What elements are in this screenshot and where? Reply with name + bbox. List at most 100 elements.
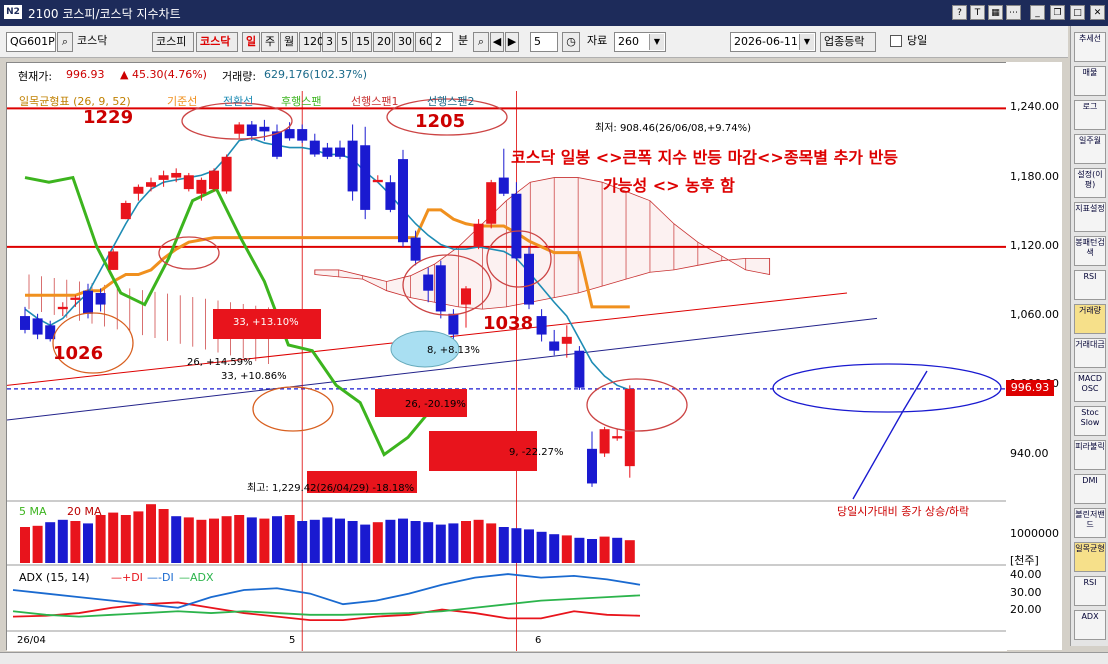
code-input[interactable]: QG601P [6, 32, 56, 52]
volume-bar [57, 519, 68, 563]
sidepanel-item-11[interactable]: Stoc Slow [1074, 406, 1106, 436]
candle-body [398, 159, 408, 243]
current-price-tag: 996.93 [1006, 379, 1054, 396]
maximize-icon[interactable]: □ [1070, 5, 1085, 20]
count-input[interactable]: 5 [530, 32, 558, 52]
sidepanel-item-17[interactable]: ADX [1074, 610, 1106, 640]
search-icon[interactable]: ⌕ [57, 32, 73, 52]
volume-bar [423, 522, 434, 563]
bottom-scrollbar[interactable] [0, 652, 1108, 664]
link-icon[interactable]: ⋯ [1006, 5, 1021, 20]
sidepanel-item-10[interactable]: MACD OSC [1074, 372, 1106, 402]
sidepanel-item-9[interactable]: 거래대금 [1074, 338, 1106, 368]
volume-bar [574, 537, 585, 563]
minute-5-button[interactable]: 5 [337, 32, 351, 52]
candle-body [133, 186, 144, 194]
volume-note: 당일시가대비 종가 상승/하락 [837, 504, 969, 518]
interval-input[interactable]: 2 [431, 32, 453, 52]
volume-value: 629,176(102.37%) [264, 68, 368, 81]
volume-bar [473, 519, 484, 563]
legend-ma20: 20 MA [67, 505, 102, 518]
volume-bar [461, 521, 471, 563]
volume-bar [587, 539, 597, 563]
scroll-right-icon[interactable]: ▶ [505, 32, 519, 52]
volume-bar [486, 523, 497, 563]
restore-icon[interactable]: ❐ [1050, 5, 1065, 20]
window-title: 2100 코스피/코스닥 지수차트 [28, 7, 181, 21]
scroll-left-icon[interactable]: ◀ [490, 32, 504, 52]
volume-bar [45, 522, 56, 563]
info-icon[interactable]: T [970, 5, 985, 20]
grid-icon[interactable]: ▦ [988, 5, 1003, 20]
chevron-down-icon[interactable]: ▼ [649, 34, 664, 50]
period-month-button[interactable]: 월 [280, 32, 298, 52]
candle-body [385, 182, 396, 210]
volume-bar [309, 519, 320, 563]
legend-leading2: 선행스팬2 [427, 95, 474, 108]
legend-leading1: 선행스팬1 [351, 95, 398, 108]
candle-body [83, 290, 93, 314]
lbl-26a: 26, +14.59% [187, 357, 253, 368]
kospi-button[interactable]: 코스피 [152, 32, 194, 52]
candle-body [435, 265, 446, 312]
volume-bar [297, 521, 308, 563]
help-icon[interactable]: ? [952, 5, 967, 20]
sidepanel-item-5[interactable]: 지표설정 [1074, 202, 1106, 232]
sidepanel-item-14[interactable]: 볼린저밴드 [1074, 508, 1106, 538]
clock-icon[interactable]: ◷ [562, 32, 580, 52]
volume-bar [20, 527, 30, 563]
lbl-26b: 26, -20.19% [405, 399, 466, 410]
lbl-9: 9, -22.27% [509, 447, 563, 458]
volume-bar [360, 524, 371, 563]
volume-axis-label: 1000000 [1010, 527, 1059, 540]
minimize-icon[interactable]: _ [1030, 5, 1045, 20]
period-week-button[interactable]: 주 [261, 32, 279, 52]
sidepanel-item-16[interactable]: RSI [1074, 576, 1106, 606]
sidepanel-item-6[interactable]: 봉패턴검색 [1074, 236, 1106, 266]
sidepanel-item-0[interactable]: 추세선 [1074, 32, 1106, 62]
today-checkbox[interactable] [890, 35, 902, 47]
minute-15-button[interactable]: 15 [352, 32, 372, 52]
sidepanel-item-4[interactable]: 설정(이평) [1074, 168, 1106, 198]
sidepanel-item-7[interactable]: RSI [1074, 270, 1106, 300]
data-count-select[interactable]: 260 ▼ [614, 32, 666, 52]
x-label-june: 6 [535, 635, 541, 646]
sidepanel-item-2[interactable]: 로그 [1074, 100, 1106, 130]
chart-canvas[interactable]: 1229 1205 1026 1038 코스닥 일봉 <>큰폭 지수 반등 마감<>종목… [7, 63, 1007, 651]
volume-bar [561, 535, 572, 563]
candle-body [171, 172, 182, 178]
label-1205: 1205 [415, 111, 465, 132]
sidepanel-item-13[interactable]: DMI [1074, 474, 1106, 504]
calendar-dropdown-icon[interactable]: ▼ [799, 34, 814, 50]
kosdaq-button[interactable]: 코스닥 [196, 32, 238, 52]
volume-bar [83, 523, 93, 563]
interval-unit: 분 [458, 34, 469, 47]
sidepanel-item-1[interactable]: 매물 [1074, 66, 1106, 96]
recent-low-label: 최저: 908.46(26/06/08,+9.74%) [595, 122, 751, 134]
date-value: 2026-06-11 [734, 35, 798, 48]
volume-bar [284, 515, 295, 563]
sidepanel-item-3[interactable]: 일주월 [1074, 134, 1106, 164]
legend-adx-title: ADX (15, 14) [19, 571, 90, 584]
current-price-label: 현재가: [18, 70, 53, 83]
minute-120-button[interactable]: 120 [299, 32, 324, 52]
candle-body [32, 318, 43, 335]
zoom-icon[interactable]: ⌕ [473, 32, 489, 52]
candle-body [272, 131, 282, 157]
adx-tick-label: 40.00 [1010, 567, 1042, 581]
chart-area[interactable]: 1229 1205 1026 1038 코스닥 일봉 <>큰폭 지수 반등 마감<>종목… [6, 62, 1007, 651]
minute-20-button[interactable]: 20 [373, 32, 393, 52]
sidepanel-item-8[interactable]: 거래량 [1074, 304, 1106, 334]
volume-bar [599, 536, 610, 563]
minute-30-button[interactable]: 30 [394, 32, 414, 52]
sidepanel-item-15[interactable]: 일목균형 [1074, 542, 1106, 572]
candle-body [70, 297, 81, 300]
date-picker[interactable]: 2026-06-11 ▼ [730, 32, 816, 52]
volume-bar [448, 523, 459, 563]
period-day-button[interactable]: 일 [242, 32, 260, 52]
sidepanel-item-12[interactable]: 피라불릭 [1074, 440, 1106, 470]
minute-3-button[interactable]: 3 [322, 32, 336, 52]
sector-button[interactable]: 업종등락 [820, 32, 876, 52]
close-icon[interactable]: ✕ [1090, 5, 1105, 20]
volume-bar [120, 515, 131, 563]
